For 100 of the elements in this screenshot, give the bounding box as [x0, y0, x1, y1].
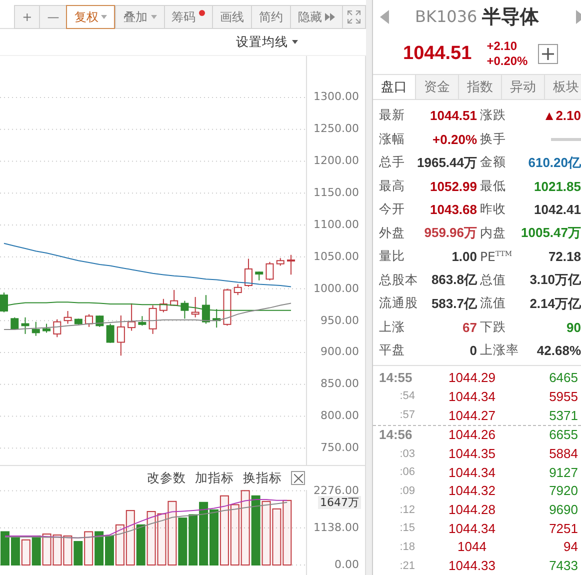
- fullscreen-icon: [347, 10, 362, 24]
- candlestick: [74, 318, 82, 325]
- tick-volume: 7920: [548, 483, 579, 498]
- tick-time: :18: [398, 540, 415, 553]
- tick-volume: 5955: [548, 388, 579, 404]
- double-arrow-icon: [325, 13, 335, 21]
- price-axis-label: 900.00: [320, 345, 359, 358]
- tick-volume: 94: [562, 539, 579, 554]
- candlestick: [96, 314, 104, 328]
- next-arrow-icon[interactable]: [576, 10, 581, 24]
- stat-value: 863.8亿: [431, 271, 477, 290]
- stat-value: 3.10万亿: [530, 271, 581, 290]
- toolbar-button[interactable]: 筹码: [164, 5, 212, 29]
- stat-value: 1043.68: [430, 202, 477, 218]
- toolbar-button[interactable]: 简约: [250, 5, 290, 29]
- candlestick: [0, 292, 8, 313]
- tick-price: 1044.34: [448, 388, 496, 404]
- stat-value: 610.20亿: [528, 154, 581, 172]
- stat-value: 90: [566, 320, 581, 335]
- stat-value: 1052.99: [430, 178, 477, 194]
- panel-tab[interactable]: 板块: [545, 74, 581, 99]
- price-axis-label: 950.00: [320, 314, 359, 327]
- stat-value: 583.7亿: [431, 294, 477, 313]
- stat-label: 金额: [480, 154, 506, 172]
- toolbar-button[interactable]: +: [14, 5, 40, 29]
- candlestick: [212, 308, 221, 328]
- tick-time: :12: [398, 504, 415, 516]
- stat-value: 67: [462, 320, 477, 335]
- tick-volume: 9127: [548, 464, 579, 480]
- current-price: 1044.51: [403, 42, 472, 65]
- stat-value: 2.14万亿: [530, 294, 581, 313]
- close-button[interactable]: [291, 471, 305, 485]
- stat-value: 1042.41: [534, 202, 581, 218]
- price-axis-label: 1000.00: [314, 282, 359, 295]
- tick-time: :57: [398, 409, 415, 422]
- stock-code: BK1036: [415, 7, 478, 26]
- tick-price: 1044.33: [448, 558, 496, 574]
- stat-value: 0: [470, 343, 477, 358]
- candlestick: [244, 258, 252, 288]
- stat-label: 量比: [379, 248, 405, 266]
- panel-tab[interactable]: 指数: [459, 74, 502, 99]
- tick-price: 1044.34: [448, 520, 496, 536]
- tick-volume: 5371: [548, 408, 579, 423]
- price-axis-label: 1300.00: [314, 90, 359, 104]
- candlestick: [116, 314, 125, 356]
- price-axis-label: 1150.00: [314, 186, 359, 200]
- stat-label: 今开: [379, 201, 405, 218]
- toolbar-button[interactable]: 隐藏: [290, 5, 342, 29]
- volume-axis-label: 2276.00: [314, 484, 359, 497]
- toolbar-button[interactable]: —: [39, 5, 66, 29]
- tick-price: 1044.32: [448, 483, 496, 498]
- stat-label: PE$^{TTM}$: [480, 249, 512, 264]
- price-axis-label: 1200.00: [314, 154, 359, 168]
- candlestick: [32, 321, 40, 336]
- stat-value: 1005.47万: [521, 224, 581, 242]
- price-axis-label: 1250.00: [314, 122, 359, 136]
- stat-value: 1021.85: [534, 178, 581, 194]
- price-change: +2.10: [486, 38, 518, 54]
- toolbar-button[interactable]: 复权: [66, 5, 116, 29]
- stat-label: 涨跌: [480, 107, 506, 124]
- candlestick: [42, 323, 51, 334]
- candlestick: [170, 289, 178, 306]
- tick-price: 1044: [456, 539, 488, 554]
- toolbar-button[interactable]: 叠加: [115, 5, 164, 29]
- indicator-action-link[interactable]: 加指标: [195, 470, 234, 486]
- candlestick: [180, 300, 189, 320]
- tick-time: :03: [398, 448, 415, 460]
- candlestick: [85, 314, 94, 328]
- toolbar-button[interactable]: 画线: [212, 5, 251, 29]
- panel-tab[interactable]: 异动: [502, 74, 545, 99]
- candlestick: [276, 258, 284, 266]
- stat-label: 涨幅: [379, 130, 405, 148]
- panel-tab[interactable]: 资金: [416, 74, 459, 99]
- stat-label: 外盘: [379, 224, 405, 242]
- candlestick: [53, 318, 62, 338]
- blurred-value: [551, 138, 581, 141]
- tick-time: 14:56: [378, 427, 414, 442]
- tick-price: 1044.34: [448, 464, 496, 480]
- candlestick: [21, 316, 30, 334]
- current-volume-label: 1647万: [318, 496, 361, 509]
- previous-arrow-icon[interactable]: [380, 10, 389, 24]
- stat-value: 72.18: [548, 249, 581, 264]
- stat-label: 下跌: [480, 318, 506, 336]
- tick-volume: 6465: [548, 370, 579, 386]
- tick-price: 1044.35: [448, 446, 496, 462]
- fullscreen-button[interactable]: [342, 5, 366, 29]
- ma-setting-dropdown[interactable]: 设置均线: [236, 34, 298, 50]
- indicator-action-link[interactable]: 改参数: [147, 470, 186, 486]
- add-button[interactable]: [538, 44, 558, 64]
- candlestick: [64, 310, 72, 324]
- stat-label: 内盘: [480, 224, 506, 242]
- panel-splitter[interactable]: [366, 0, 373, 575]
- stat-value: ▲2.10: [542, 108, 581, 124]
- indicator-action-link[interactable]: 换指标: [243, 470, 282, 486]
- stat-value: +0.20%: [432, 132, 477, 147]
- stat-label: 上涨率: [480, 342, 519, 360]
- tick-time: :06: [398, 466, 415, 478]
- tick-volume: 7251: [548, 520, 579, 536]
- candlestick: [223, 288, 232, 326]
- caret-icon: [150, 15, 156, 19]
